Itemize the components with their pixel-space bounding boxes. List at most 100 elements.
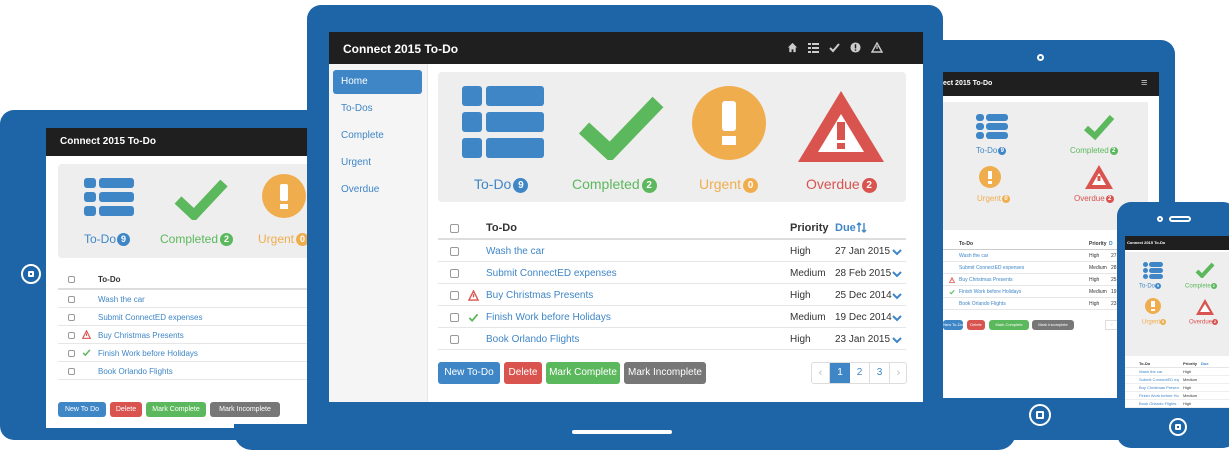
todo-stat[interactable]: To-Do 9 (976, 146, 1007, 155)
row-checkbox[interactable] (450, 269, 459, 278)
new-todo-button[interactable]: New To-Do (943, 320, 963, 330)
delete-button[interactable]: Delete (504, 362, 542, 384)
table-row[interactable]: Buy Christmas Presents (58, 326, 320, 344)
task-name[interactable]: Buy Christmas Presents (959, 277, 1013, 283)
list-icon[interactable] (462, 86, 544, 162)
task-name[interactable]: Finish Work before Holidays (1139, 393, 1179, 398)
task-name[interactable]: Wash the car (486, 246, 545, 257)
select-all-checkbox[interactable] (68, 276, 75, 283)
sort-icon[interactable] (856, 222, 868, 233)
exclamation-circle-icon[interactable] (692, 86, 766, 160)
table-row[interactable]: Wash the car (58, 290, 320, 308)
column-header-priority[interactable]: Priority (1183, 361, 1197, 366)
task-name[interactable]: Submit ConnectED expenses (486, 268, 617, 279)
table-row[interactable]: Book Orlando Flights High (1125, 400, 1229, 408)
row-checkbox[interactable] (68, 368, 75, 375)
task-name[interactable]: Buy Christmas Presents (1139, 385, 1179, 390)
home-button[interactable] (21, 264, 41, 284)
table-row[interactable]: Book Orlando Flights (58, 362, 320, 380)
list-icon[interactable] (84, 178, 134, 218)
task-name[interactable]: Submit ConnectED expenses (959, 265, 1024, 271)
home-icon[interactable] (787, 42, 798, 53)
chevron-down-icon[interactable] (892, 248, 902, 256)
warning-triangle-icon[interactable] (1195, 298, 1215, 316)
chevron-down-icon[interactable] (892, 314, 902, 322)
column-header-priority[interactable]: Priority (790, 222, 829, 234)
task-name[interactable]: Book Orlando Flights (98, 367, 173, 376)
list-icon[interactable] (976, 114, 1008, 140)
row-checkbox[interactable] (68, 296, 75, 303)
list-icon[interactable] (808, 43, 819, 53)
table-row[interactable]: Submit ConnectED expenses (58, 308, 320, 326)
task-name[interactable]: Submit ConnectED expenses (1139, 377, 1179, 382)
sidebar-item-overdue[interactable]: Overdue (333, 178, 422, 202)
table-row[interactable]: Wash the car High 27 Jan 2015 (438, 240, 906, 262)
checkmark-icon[interactable] (578, 94, 664, 160)
todo-stat[interactable]: To-Do 9 (1139, 283, 1162, 290)
list-icon[interactable] (1143, 262, 1163, 279)
row-checkbox[interactable] (68, 332, 75, 339)
chevron-down-icon[interactable] (892, 270, 902, 278)
completed-stat[interactable]: Complete 2 (1185, 283, 1217, 290)
completed-stat[interactable]: Completed 2 (1070, 146, 1118, 155)
chevron-down-icon[interactable] (892, 336, 902, 344)
delete-button[interactable]: Delete (967, 320, 985, 330)
pagination-page-1[interactable]: 1 (830, 363, 850, 383)
mark-incomplete-button[interactable]: Mark Incomplete (1032, 320, 1074, 330)
exclamation-circle-icon[interactable] (979, 166, 1001, 188)
sidebar-item-urgent[interactable]: Urgent (333, 151, 422, 175)
table-row[interactable]: Buy Christmas Presents High 25 Dec 2014 (438, 284, 906, 306)
urgent-stat[interactable]: Urgent 0 (258, 232, 310, 247)
warning-icon[interactable] (871, 42, 883, 53)
sidebar-item-home[interactable]: Home (333, 70, 422, 94)
row-checkbox[interactable] (450, 335, 459, 344)
task-name[interactable]: Wash the car (959, 253, 988, 259)
task-name[interactable]: Buy Christmas Presents (486, 290, 593, 301)
table-row[interactable]: Finish Work before Holidays Medium 19 Dec … (438, 306, 906, 328)
home-button[interactable] (1029, 404, 1051, 426)
completed-stat[interactable]: Completed 2 (160, 232, 234, 247)
column-header-due[interactable]: Due (835, 222, 856, 234)
new-todo-button[interactable]: New To Do (58, 402, 106, 417)
overdue-stat[interactable]: Overdue 2 (1189, 319, 1219, 326)
mark-complete-button[interactable]: Mark Complete (546, 362, 620, 384)
completed-stat[interactable]: Completed 2 (572, 176, 657, 193)
exclamation-circle-icon[interactable] (262, 174, 306, 218)
row-checkbox[interactable] (68, 314, 75, 321)
task-name[interactable]: Submit ConnectED expenses (98, 313, 203, 322)
delete-button[interactable]: Delete (110, 402, 142, 417)
urgent-stat[interactable]: Urgent 0 (977, 194, 1011, 203)
checkmark-icon[interactable] (1083, 114, 1115, 140)
check-icon[interactable] (829, 43, 840, 53)
pagination-page-3[interactable]: 3 (870, 363, 890, 383)
table-row[interactable]: Buy Christmas Presents High (1125, 384, 1229, 392)
home-button[interactable] (1169, 418, 1187, 436)
pagination-next[interactable]: › (890, 363, 907, 383)
exclamation-circle-icon[interactable] (1145, 298, 1161, 314)
mark-complete-button[interactable]: Mark Complete (146, 402, 206, 417)
row-checkbox[interactable] (450, 247, 459, 256)
task-name[interactable]: Book Orlando Flights (959, 301, 1006, 307)
overdue-stat[interactable]: Overdue 2 (806, 176, 877, 193)
new-todo-button[interactable]: New To-Do (438, 362, 500, 384)
exclamation-circle-icon[interactable] (850, 42, 861, 53)
mark-complete-button[interactable]: Mark Complete (989, 320, 1029, 330)
urgent-stat[interactable]: Urgent 0 (699, 176, 759, 193)
table-row[interactable]: Book Orlando Flights High 23 Jan 2015 (438, 328, 906, 350)
column-header-due[interactable]: D (1109, 241, 1113, 247)
row-checkbox[interactable] (450, 313, 459, 322)
urgent-stat[interactable]: Urgent 0 (1142, 319, 1167, 326)
table-row[interactable]: Wash the car High (1125, 368, 1229, 376)
task-name[interactable]: Book Orlando Flights (1139, 401, 1179, 406)
overdue-stat[interactable]: Overdue 2 (1074, 194, 1114, 203)
pagination-page-2[interactable]: 2 (850, 363, 870, 383)
chevron-down-icon[interactable] (892, 292, 902, 300)
task-name[interactable]: Wash the car (1139, 369, 1179, 374)
warning-triangle-icon[interactable] (1084, 164, 1114, 190)
mark-incomplete-button[interactable]: Mark Incomplete (624, 362, 706, 384)
column-header-priority[interactable]: Priority (1089, 241, 1107, 247)
checkmark-icon[interactable] (1195, 262, 1215, 278)
column-header-due[interactable]: Due (1201, 361, 1209, 366)
sidebar-item-complete[interactable]: Complete (333, 124, 422, 148)
row-checkbox[interactable] (450, 291, 459, 300)
